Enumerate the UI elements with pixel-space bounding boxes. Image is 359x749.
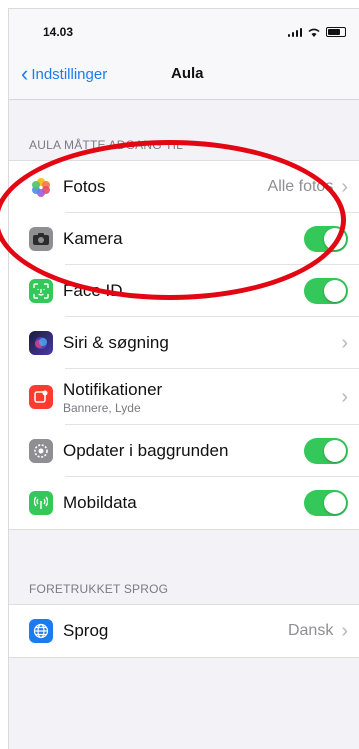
row-label: Opdater i baggrunden bbox=[63, 441, 229, 460]
photos-value: Alle fotos bbox=[267, 178, 334, 195]
face-id-icon bbox=[29, 279, 53, 303]
row-label: Fotos bbox=[63, 177, 106, 196]
language-group: Sprog Dansk › bbox=[9, 604, 359, 658]
notifications-icon bbox=[29, 385, 53, 409]
chevron-right-icon: › bbox=[341, 331, 348, 354]
row-value: Alle fotos › bbox=[268, 176, 348, 199]
row-background-refresh: Opdater i baggrunden bbox=[9, 425, 359, 477]
row-label: Sprog bbox=[63, 621, 109, 640]
section-header-language: FORETRUKKET SPROG bbox=[29, 582, 169, 596]
chevron-right-icon: › bbox=[341, 619, 348, 642]
row-label: Kamera bbox=[63, 229, 123, 248]
background-refresh-toggle[interactable] bbox=[304, 438, 348, 464]
section-header-access: AULA MÅTTE ADGANG TIL bbox=[29, 138, 184, 152]
face-id-toggle[interactable] bbox=[304, 278, 348, 304]
chevron-left-icon: ‹ bbox=[21, 61, 29, 86]
chevron-right-icon: › bbox=[341, 175, 348, 198]
row-notifications[interactable]: Notifikationer Bannere, Lyde › bbox=[9, 369, 359, 425]
row-sublabel: Bannere, Lyde bbox=[63, 400, 141, 415]
chevron-right-icon: › bbox=[341, 385, 348, 408]
page-title: Aula bbox=[171, 65, 204, 82]
status-icons bbox=[287, 27, 346, 37]
row-face-id: Face ID bbox=[9, 265, 359, 317]
battery-icon bbox=[326, 27, 346, 37]
siri-icon bbox=[29, 331, 53, 355]
back-button[interactable]: ‹ Indstillinger bbox=[21, 63, 107, 85]
row-value: Dansk › bbox=[288, 620, 348, 643]
nav-bar: ‹ Indstillinger Aula bbox=[9, 51, 359, 100]
row-label: Siri & søgning bbox=[63, 333, 169, 352]
status-bar: 14.03 bbox=[9, 9, 359, 51]
signal-icon bbox=[287, 28, 302, 37]
row-language[interactable]: Sprog Dansk › bbox=[9, 605, 359, 657]
back-label: Indstillinger bbox=[31, 65, 108, 83]
camera-toggle[interactable] bbox=[304, 226, 348, 252]
access-group: Fotos Alle fotos › Kamera Face ID Siri &… bbox=[9, 160, 359, 530]
photos-icon bbox=[29, 175, 53, 199]
globe-icon bbox=[29, 619, 53, 643]
gear-icon bbox=[29, 439, 53, 463]
language-value: Dansk bbox=[287, 622, 334, 639]
row-siri[interactable]: Siri & søgning › bbox=[9, 317, 359, 369]
row-label: Face ID bbox=[63, 281, 123, 300]
row-label: Mobildata bbox=[63, 493, 137, 512]
row-cellular: Mobildata bbox=[9, 477, 359, 529]
cellular-icon bbox=[29, 491, 53, 515]
status-time: 14.03 bbox=[43, 25, 74, 39]
camera-icon bbox=[29, 227, 53, 251]
wifi-icon bbox=[308, 28, 320, 37]
cellular-toggle[interactable] bbox=[304, 490, 348, 516]
row-photos[interactable]: Fotos Alle fotos › bbox=[9, 161, 359, 213]
settings-screen: 14.03 ‹ Indstillinger Aula AULA MÅTTE AD… bbox=[8, 8, 359, 749]
row-label: Notifikationer bbox=[63, 379, 163, 399]
row-camera: Kamera bbox=[9, 213, 359, 265]
